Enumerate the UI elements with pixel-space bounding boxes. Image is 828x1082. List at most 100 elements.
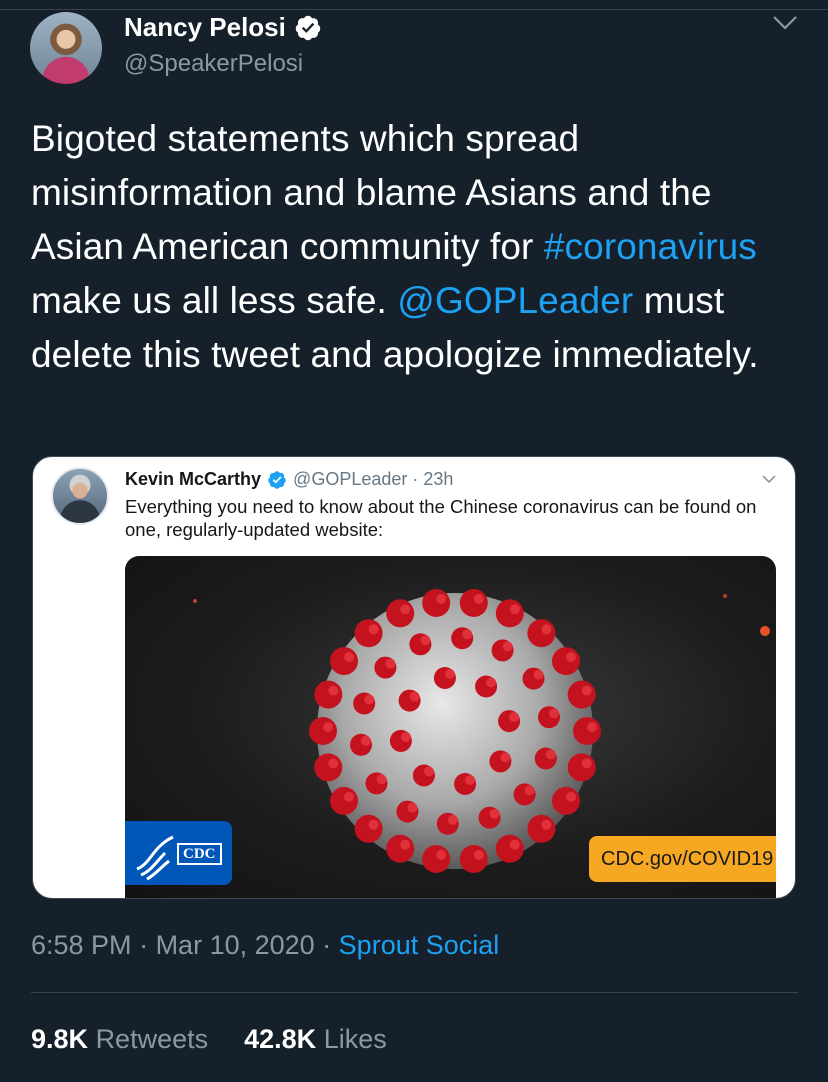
- cdc-logo: CDC: [125, 821, 232, 885]
- virus-spike-highlight: [364, 694, 375, 705]
- virus-spike: [495, 834, 524, 863]
- tweet-source-link[interactable]: Sprout Social: [339, 930, 500, 960]
- quoted-author-avatar: [51, 467, 109, 525]
- virus-spike-highlight: [344, 652, 354, 663]
- quoted-header: Kevin McCarthy @GOPLeader · 23h: [125, 469, 453, 490]
- virus-spike-highlight: [436, 850, 447, 860]
- quoted-media-image[interactable]: CDC CDC.gov/COVID19: [125, 556, 776, 898]
- virus-spike-highlight: [581, 685, 592, 696]
- tweet-time[interactable]: 6:58 PM: [31, 930, 132, 960]
- virus-spike-highlight: [436, 594, 447, 604]
- virus-spike-highlight: [541, 819, 552, 830]
- virus-spike-highlight: [545, 749, 556, 760]
- tweet-meta: 6:58 PM · Mar 10, 2020 · Sprout Social: [31, 930, 499, 961]
- virus-spike-highlight: [500, 752, 511, 763]
- virus-spike: [422, 589, 451, 617]
- virus-spike-highlight: [509, 839, 520, 850]
- virus-spike: [552, 786, 580, 815]
- virus-spike: [354, 619, 383, 648]
- virus-spike-highlight: [587, 722, 597, 732]
- chevron-down-icon[interactable]: [761, 473, 777, 485]
- virus-spike-highlight: [486, 677, 497, 688]
- virus-spike: [573, 717, 601, 745]
- meta-separator: ·: [314, 930, 339, 960]
- virus-spike: [552, 647, 580, 676]
- virus-spike-highlight: [328, 685, 339, 696]
- hashtag-link[interactable]: #coronavirus: [544, 226, 757, 267]
- tweet-date[interactable]: Mar 10, 2020: [156, 930, 315, 960]
- virus-spike-highlight: [361, 735, 371, 746]
- virus-spike-highlight: [509, 712, 520, 723]
- likes-label: Likes: [323, 1024, 387, 1054]
- virus-spike: [330, 786, 358, 815]
- quoted-author-name: Kevin McCarthy: [125, 469, 262, 489]
- retweets-count: 9.8K: [31, 1024, 89, 1054]
- author-name-row: Nancy Pelosi: [124, 12, 322, 43]
- virus-spike-highlight: [376, 774, 387, 785]
- virus-spike-highlight: [447, 814, 458, 825]
- virus-spike-highlight: [385, 658, 396, 669]
- virus-spike-highlight: [462, 629, 473, 640]
- virus-spike-highlight: [489, 808, 500, 819]
- tweet-text: Bigoted statements which spread misinfor…: [31, 112, 801, 382]
- verified-badge-icon: [268, 470, 286, 489]
- virus-spike-highlight: [465, 775, 476, 785]
- retweets-stat[interactable]: 9.8K Retweets: [31, 1024, 208, 1055]
- virus-spike-highlight: [368, 819, 379, 830]
- meta-separator: ·: [131, 930, 156, 960]
- virus-spike: [567, 680, 596, 709]
- virus-spike: [386, 834, 415, 863]
- author-handle[interactable]: @SpeakerPelosi: [124, 50, 303, 78]
- virus-spike-highlight: [344, 791, 354, 802]
- virus-spike-highlight: [400, 604, 411, 615]
- cdc-url-banner: CDC.gov/COVID19: [589, 836, 776, 882]
- virus-spike-highlight: [473, 850, 484, 860]
- virus-spike: [309, 717, 337, 745]
- virus-spike-highlight: [581, 758, 592, 769]
- virus-spike-highlight: [502, 641, 513, 652]
- tweet-text-part: make us all less safe.: [31, 280, 398, 321]
- quoted-handle-time: @GOPLeader · 23h: [293, 469, 454, 489]
- virus-spike: [527, 619, 556, 648]
- virus-spike-highlight: [509, 604, 520, 615]
- virus-spike-highlight: [444, 669, 455, 679]
- virus-spike-highlight: [541, 624, 552, 635]
- top-divider: [0, 9, 828, 10]
- virus-spike-highlight: [400, 731, 411, 742]
- virus-spike: [354, 814, 383, 843]
- virus-spike-highlight: [566, 791, 576, 802]
- virus-spike-highlight: [473, 594, 484, 604]
- cdc-logo-text: CDC: [177, 843, 222, 865]
- virus-spike: [330, 647, 358, 676]
- virus-spike-highlight: [407, 802, 418, 813]
- mention-link[interactable]: @GOPLeader: [397, 280, 633, 321]
- virus-spike-highlight: [533, 669, 544, 680]
- retweets-label: Retweets: [95, 1024, 209, 1054]
- virus-spike-highlight: [409, 691, 420, 702]
- engagement-stats: 9.8K Retweets 42.8K Likes: [31, 1024, 387, 1055]
- virus-spike-highlight: [368, 624, 379, 635]
- virus-spike-highlight: [549, 708, 559, 719]
- quoted-tweet-card[interactable]: Kevin McCarthy @GOPLeader · 23h Everythi…: [32, 456, 796, 899]
- virus-spike-highlight: [524, 785, 535, 796]
- virus-spike-highlight: [400, 839, 411, 850]
- virus-spike-highlight: [566, 652, 576, 663]
- virus-spike: [567, 753, 596, 782]
- virus-spike-highlight: [420, 635, 431, 646]
- hhs-eagle-icon: [136, 835, 174, 881]
- chevron-down-icon[interactable]: [772, 14, 798, 32]
- virus-spike-highlight: [423, 766, 434, 777]
- virus-spike: [459, 845, 488, 873]
- quoted-text: Everything you need to know about the Ch…: [125, 496, 757, 540]
- likes-count: 42.8K: [244, 1024, 317, 1054]
- author-name[interactable]: Nancy Pelosi: [124, 12, 286, 43]
- virus-spike: [527, 814, 556, 843]
- author-avatar[interactable]: [30, 12, 102, 84]
- verified-badge-icon: [295, 15, 321, 40]
- likes-stat[interactable]: 42.8K Likes: [244, 1024, 387, 1055]
- virus-spike-highlight: [328, 758, 339, 769]
- virus-spike: [314, 680, 343, 709]
- virus-spike: [459, 589, 488, 617]
- virus-spike: [422, 845, 451, 873]
- virus-spike-highlight: [323, 722, 333, 732]
